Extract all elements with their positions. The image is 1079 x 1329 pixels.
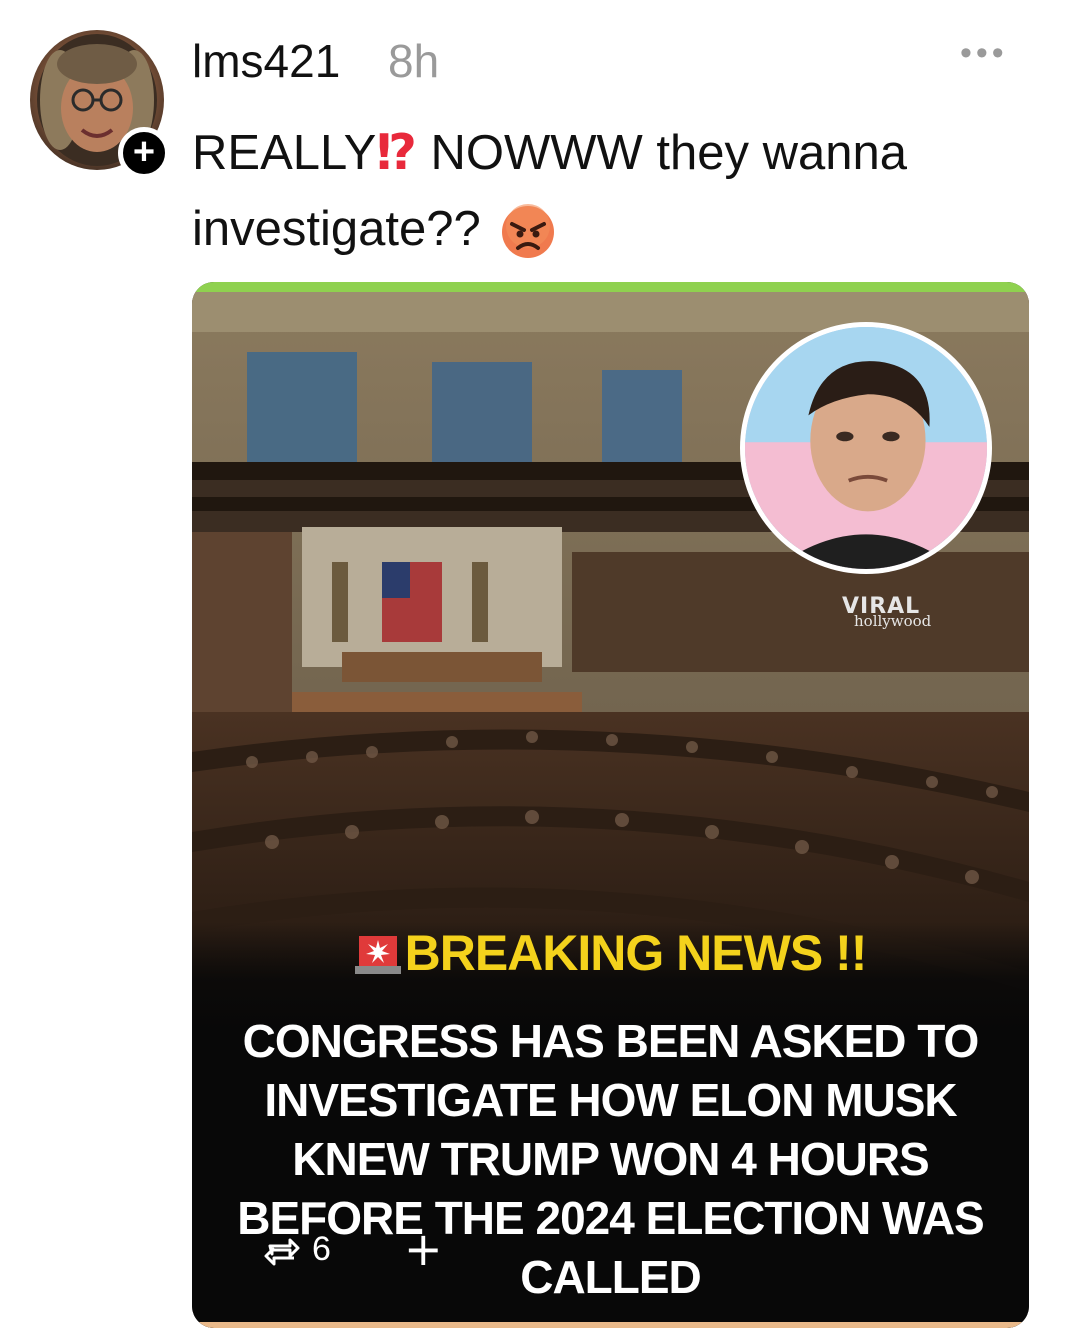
image-bottom-strip [192, 1322, 1029, 1328]
portrait-image [745, 327, 987, 569]
breaking-news-label: BREAKING NEWS !! [192, 924, 1029, 982]
breaking-news-text: BREAKING NEWS !! [404, 925, 868, 981]
more-options-icon[interactable]: ••• [960, 34, 1008, 73]
repost-icon[interactable] [262, 1232, 302, 1272]
post-text: REALLY⁉ NOWWW they wanna investigate?? [192, 115, 1022, 267]
interrobang-emoji: ⁉ [376, 126, 417, 180]
add-icon[interactable]: + [404, 1222, 443, 1276]
post-timestamp: 8h [388, 35, 440, 87]
watermark-hollywood: hollywood [854, 612, 932, 630]
repost-count: 6 [312, 1230, 331, 1268]
follow-button[interactable]: + [118, 127, 170, 179]
siren-icon [354, 936, 401, 974]
username[interactable]: lms421 [192, 34, 340, 88]
elon-musk-portrait [740, 322, 992, 574]
angry-face-icon [502, 204, 555, 259]
image-top-strip [192, 282, 1029, 292]
post-image[interactable]: VIRAL hollywood BREAKING NEWS !! CONGRES… [192, 282, 1029, 1328]
post-text-part1: REALLY [192, 126, 377, 180]
